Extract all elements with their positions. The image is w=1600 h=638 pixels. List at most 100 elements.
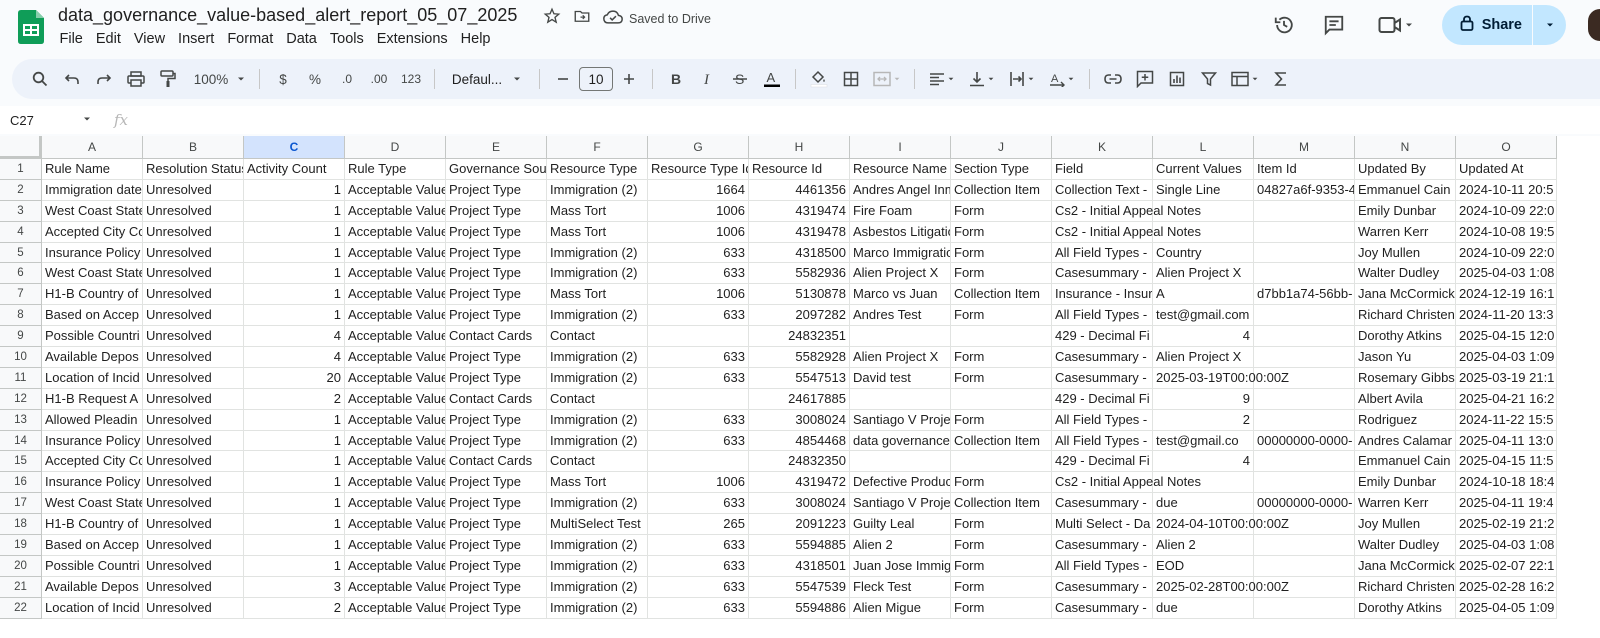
column-header-i[interactable]: I [850, 136, 951, 159]
horizontal-align-icon[interactable] [924, 65, 960, 93]
column-header-g[interactable]: G [648, 136, 749, 159]
grid-cell[interactable]: Alien Project X [1153, 263, 1254, 285]
share-dropdown-icon[interactable] [1532, 5, 1566, 45]
header-cell[interactable]: Rule Type [345, 159, 446, 180]
grid-cell[interactable] [1153, 200, 1254, 222]
column-header-b[interactable]: B [143, 136, 244, 159]
grid-cell[interactable]: Jana McCormick [1355, 555, 1456, 577]
font-select[interactable]: Defaul... [444, 65, 530, 93]
grid-cell[interactable]: 4 [1153, 451, 1254, 473]
column-header-o[interactable]: O [1456, 136, 1557, 159]
grid-cell[interactable]: Collection Item [951, 430, 1052, 452]
grid-cell[interactable]: Project Type [446, 305, 547, 327]
grid-cell[interactable]: 2 [244, 597, 345, 619]
grid-cell[interactable]: Rosemary Gibbs [1355, 367, 1456, 389]
grid-cell[interactable]: MultiSelect Test [547, 514, 648, 536]
grid-cell[interactable]: 633 [648, 430, 749, 452]
grid-cell[interactable]: Unresolved [143, 179, 244, 201]
grid-cell[interactable]: Unresolved [143, 472, 244, 494]
grid-cell[interactable]: Insurance - Insur [1052, 284, 1153, 306]
fill-color-icon[interactable] [805, 65, 833, 93]
grid-cell[interactable]: Based on Accep [42, 535, 143, 556]
grid-cell[interactable] [648, 388, 749, 410]
grid-cell[interactable]: 633 [648, 493, 749, 515]
move-folder-icon[interactable] [573, 7, 591, 30]
grid-cell[interactable]: Santiago V Proje [850, 409, 951, 431]
grid-cell[interactable]: 1 [244, 555, 345, 577]
grid-cell[interactable]: Alien Project X [1153, 347, 1254, 368]
grid-cell[interactable] [951, 326, 1052, 348]
grid-cell[interactable]: 24617885 [749, 388, 850, 410]
grid-cell[interactable]: Marco vs Juan [850, 284, 951, 306]
insert-chart-icon[interactable] [1163, 65, 1191, 93]
format-percent-button[interactable]: % [301, 65, 329, 93]
header-cell[interactable]: Rule Name [42, 159, 143, 180]
grid-cell[interactable]: Casesummary - [1052, 493, 1153, 515]
grid-cell[interactable]: Possible Countri [42, 555, 143, 577]
grid-cell[interactable]: Unresolved [143, 242, 244, 264]
grid-cell[interactable]: 3 [244, 576, 345, 598]
menu-view[interactable]: View [127, 29, 171, 49]
sheets-logo-icon[interactable] [18, 10, 44, 44]
row-number[interactable]: 2 [0, 179, 42, 201]
grid-cell[interactable]: Immigration (2) [547, 597, 648, 619]
row-number[interactable]: 21 [0, 576, 42, 598]
grid-cell[interactable]: Form [951, 221, 1052, 243]
grid-cell[interactable]: Mass Tort [547, 472, 648, 494]
grid-cell[interactable]: Juan Jose Immig [850, 555, 951, 577]
grid-cell[interactable]: 2024-04-10T00:00:00Z [1153, 514, 1289, 536]
grid-cell[interactable]: 4 [1153, 326, 1254, 348]
grid-cell[interactable]: 1 [244, 305, 345, 327]
grid-cell[interactable]: Alien 2 [850, 535, 951, 556]
grid-cell[interactable]: Unresolved [143, 388, 244, 410]
grid-cell[interactable]: Acceptable Value [345, 430, 446, 452]
grid-cell[interactable]: Cs2 - Initial Appeal Notes [1052, 221, 1201, 243]
grid-cell[interactable]: data governance [850, 430, 951, 452]
row-number[interactable]: 5 [0, 242, 42, 264]
column-header-n[interactable]: N [1355, 136, 1456, 159]
grid-cell[interactable]: 1 [244, 409, 345, 431]
grid-cell[interactable]: 633 [648, 305, 749, 327]
grid-cell[interactable]: 5582936 [749, 263, 850, 285]
grid-cell[interactable]: Immigration (2) [547, 242, 648, 264]
grid-cell[interactable]: Unresolved [143, 451, 244, 473]
header-cell[interactable]: Updated By [1355, 159, 1456, 180]
grid-cell[interactable]: 2024-10-18 18:4 [1456, 472, 1557, 494]
grid-cell[interactable]: 4 [244, 326, 345, 348]
grid-cell[interactable]: Unresolved [143, 221, 244, 243]
grid-cell[interactable]: Defective Produc [850, 472, 951, 494]
header-cell[interactable]: Activity Count [244, 159, 345, 180]
search-menus-icon[interactable] [26, 65, 54, 93]
grid-cell[interactable]: Available Depos [42, 576, 143, 598]
grid-cell[interactable]: 633 [648, 367, 749, 389]
grid-cell[interactable]: 1664 [648, 179, 749, 201]
grid-cell[interactable] [951, 388, 1052, 410]
row-number[interactable]: 4 [0, 221, 42, 243]
grid-cell[interactable]: 3008024 [749, 493, 850, 515]
version-history-icon[interactable] [1264, 5, 1304, 45]
grid-cell[interactable]: 1 [244, 472, 345, 494]
grid-cell[interactable]: 2024-11-22 15:5 [1456, 409, 1557, 431]
grid-cell[interactable]: Contact Cards [446, 326, 547, 348]
grid-cell[interactable] [1254, 597, 1355, 619]
grid-cell[interactable]: 1006 [648, 472, 749, 494]
grid-cell[interactable]: Form [951, 242, 1052, 264]
grid-cell[interactable]: 1 [244, 179, 345, 201]
grid-cell[interactable]: Immigration (2) [547, 305, 648, 327]
grid-cell[interactable]: West Coast State [42, 263, 143, 285]
grid-cell[interactable]: Single Line [1153, 179, 1254, 201]
grid-cell[interactable]: 1006 [648, 284, 749, 306]
grid-cell[interactable]: Immigration (2) [547, 409, 648, 431]
grid-cell[interactable]: 1 [244, 242, 345, 264]
row-number[interactable]: 9 [0, 326, 42, 348]
grid-cell[interactable]: Alien 2 [1153, 535, 1254, 556]
grid-cell[interactable]: Country [1153, 242, 1254, 264]
row-number[interactable]: 15 [0, 451, 42, 473]
text-wrapping-icon[interactable] [1004, 65, 1040, 93]
grid-cell[interactable]: Unresolved [143, 284, 244, 306]
grid-cell[interactable]: 2025-02-19 21:2 [1456, 514, 1557, 536]
grid-cell[interactable]: Project Type [446, 514, 547, 536]
saved-status[interactable]: Saved to Drive [603, 9, 711, 28]
row-number[interactable]: 11 [0, 367, 42, 389]
grid-cell[interactable]: Emmanuel Cain [1355, 179, 1456, 201]
